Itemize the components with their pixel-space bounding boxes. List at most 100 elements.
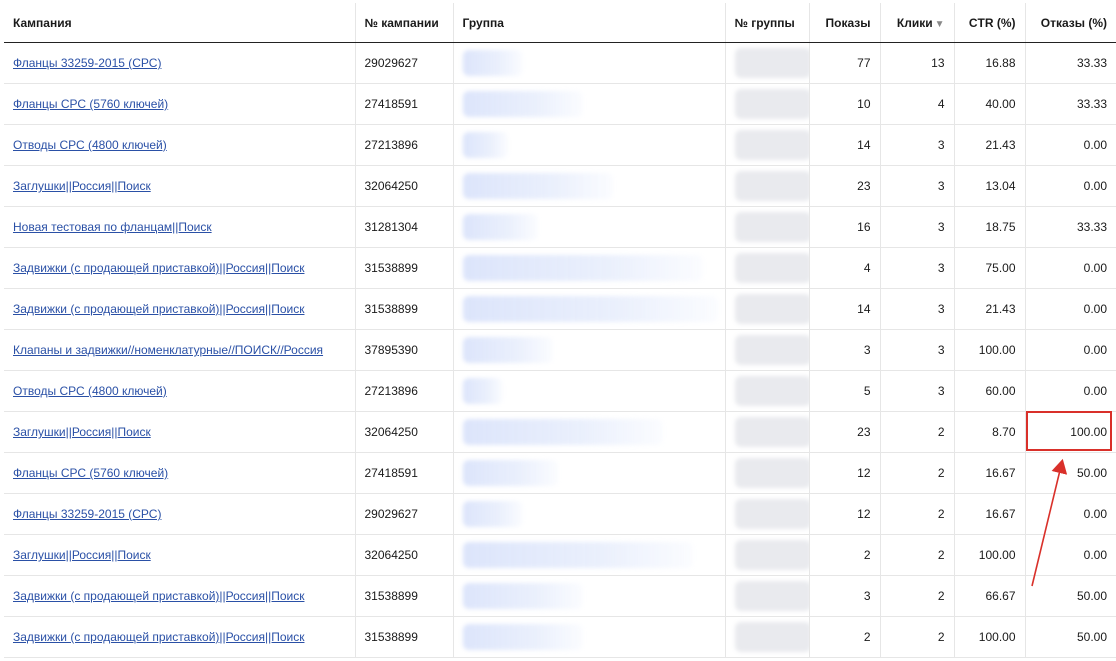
redacted-group-name: [462, 91, 583, 117]
cell-impressions-value: 14: [857, 302, 871, 316]
cell-impressions-value: 77: [857, 56, 871, 70]
cell-group-no: [725, 493, 810, 535]
table-row: Отводы СРС (4800 ключей) 27213896 14 3 21.43…: [4, 124, 1116, 166]
cell-campaign-no: 31538899: [355, 575, 454, 617]
cell-clicks: 3: [880, 370, 955, 412]
campaign-link[interactable]: Задвижки (с продающей приставкой)||Росси…: [13, 630, 304, 644]
redacted-group-number: [734, 540, 808, 570]
cell-bounces: 0.00: [1025, 288, 1116, 330]
redacted-group-name: [462, 419, 663, 445]
cell-group-no: [725, 42, 810, 84]
cell-bounces-value: 0.00: [1083, 507, 1107, 521]
cell-ctr-value: 60.00: [985, 384, 1016, 398]
cell-ctr: 16.88: [954, 42, 1026, 84]
redacted-group-name: [462, 460, 558, 486]
cell-campaign: Задвижки (с продающей приставкой)||Росси…: [4, 575, 356, 617]
table-header-row: Кампания № кампании Группа № группы Пока…: [4, 3, 1116, 43]
campaign-link[interactable]: Задвижки (с продающей приставкой)||Росси…: [13, 589, 304, 603]
table-row: Фланцы 33259-2015 (СРС) 29029627 77 13 16.88…: [4, 42, 1116, 84]
campaign-link[interactable]: Новая тестовая по фланцам||Поиск: [13, 220, 212, 234]
redacted-group-number: [734, 89, 808, 119]
campaign-link[interactable]: Клапаны и задвижки//номенклатурные//ПОИС…: [13, 343, 323, 357]
col-header-clicks[interactable]: Клики ▼: [880, 3, 955, 43]
cell-bounces-value: 0.00: [1083, 138, 1107, 152]
cell-clicks-value: 2: [937, 630, 945, 644]
cell-impressions: 77: [809, 42, 881, 84]
cell-group: [453, 452, 726, 494]
cell-clicks: 2: [880, 493, 955, 535]
cell-campaign-no: 27213896: [355, 370, 454, 412]
cell-impressions-value: 23: [857, 425, 871, 439]
redacted-group-name: [462, 378, 503, 404]
campaign-link[interactable]: Задвижки (с продающей приставкой)||Росси…: [13, 261, 304, 275]
cell-ctr-value: 40.00: [985, 97, 1016, 111]
cell-impressions-value: 2: [863, 548, 871, 562]
col-header-campaign[interactable]: Кампания: [4, 3, 356, 43]
campaign-link[interactable]: Отводы СРС (4800 ключей): [13, 384, 167, 398]
col-header-ctr[interactable]: CTR (%): [954, 3, 1026, 43]
campaign-link[interactable]: Отводы СРС (4800 ключей): [13, 138, 167, 152]
campaign-link[interactable]: Фланцы 33259-2015 (СРС): [13, 56, 161, 70]
campaign-link[interactable]: Фланцы СРС (5760 ключей): [13, 466, 168, 480]
table-row: Новая тестовая по фланцам||Поиск 31281304…: [4, 206, 1116, 248]
cell-group: [453, 42, 726, 84]
sort-desc-icon[interactable]: ▼: [935, 19, 945, 30]
cell-bounces: 0.00: [1025, 370, 1116, 412]
cell-clicks: 2: [880, 534, 955, 576]
cell-clicks-value: 13: [931, 56, 945, 70]
cell-campaign-no-value: 32064250: [364, 425, 418, 439]
cell-impressions-value: 2: [863, 630, 871, 644]
cell-clicks: 3: [880, 329, 955, 371]
cell-bounces: 50.00: [1025, 616, 1116, 658]
cell-bounces-value: 0.00: [1083, 384, 1107, 398]
cell-impressions: 16: [809, 206, 881, 248]
cell-impressions-value: 12: [857, 507, 871, 521]
cell-campaign: Фланцы СРС (5760 ключей): [4, 452, 356, 494]
cell-ctr: 100.00: [954, 534, 1026, 576]
cell-bounces: 0.00: [1025, 493, 1116, 535]
cell-ctr-value: 16.88: [985, 56, 1016, 70]
cell-campaign-no: 29029627: [355, 493, 454, 535]
redacted-group-name: [462, 255, 703, 281]
cell-campaign-no: 31281304: [355, 206, 454, 248]
cell-ctr: 40.00: [954, 83, 1026, 125]
col-header-bounces[interactable]: Отказы (%): [1025, 3, 1116, 43]
col-header-campaign-no[interactable]: № кампании: [355, 3, 454, 43]
cell-clicks: 13: [880, 42, 955, 84]
cell-group-no: [725, 452, 810, 494]
cell-bounces: 0.00: [1025, 534, 1116, 576]
cell-group-no: [725, 83, 810, 125]
col-header-impressions[interactable]: Показы: [809, 3, 881, 43]
cell-ctr-value: 8.70: [992, 425, 1016, 439]
campaign-link[interactable]: Фланцы 33259-2015 (СРС): [13, 507, 161, 521]
campaign-link[interactable]: Заглушки||Россия||Поиск: [13, 548, 151, 562]
cell-campaign-no: 29029627: [355, 42, 454, 84]
campaign-link[interactable]: Заглушки||Россия||Поиск: [13, 179, 151, 193]
redacted-group-number: [734, 335, 808, 365]
campaign-link[interactable]: Фланцы СРС (5760 ключей): [13, 97, 168, 111]
cell-ctr: 100.00: [954, 329, 1026, 371]
cell-bounces: 33.33: [1025, 83, 1116, 125]
cell-bounces-value: 0.00: [1083, 261, 1107, 275]
redacted-group-number: [734, 458, 808, 488]
cell-bounces: 0.00: [1025, 329, 1116, 371]
cell-bounces: 33.33: [1025, 42, 1116, 84]
col-header-group-no[interactable]: № группы: [725, 3, 810, 43]
cell-group-no: [725, 370, 810, 412]
cell-impressions-value: 16: [857, 220, 871, 234]
cell-clicks-value: 2: [937, 466, 945, 480]
cell-ctr: 21.43: [954, 288, 1026, 330]
col-header-group[interactable]: Группа: [453, 3, 726, 43]
cell-group-no: [725, 534, 810, 576]
cell-campaign-no: 31538899: [355, 247, 454, 289]
cell-bounces-value: 50.00: [1076, 466, 1107, 480]
cell-group-no: [725, 329, 810, 371]
campaign-link[interactable]: Заглушки||Россия||Поиск: [13, 425, 151, 439]
campaign-link[interactable]: Задвижки (с продающей приставкой)||Росси…: [13, 302, 304, 316]
table-row: Задвижки (с продающей приставкой)||Росси…: [4, 288, 1116, 330]
cell-campaign-no: 32064250: [355, 534, 454, 576]
cell-bounces: 0.00: [1025, 165, 1116, 207]
cell-ctr-value: 16.67: [985, 507, 1016, 521]
table-row: Задвижки (с продающей приставкой)||Росси…: [4, 575, 1116, 617]
redacted-group-name: [462, 624, 583, 650]
